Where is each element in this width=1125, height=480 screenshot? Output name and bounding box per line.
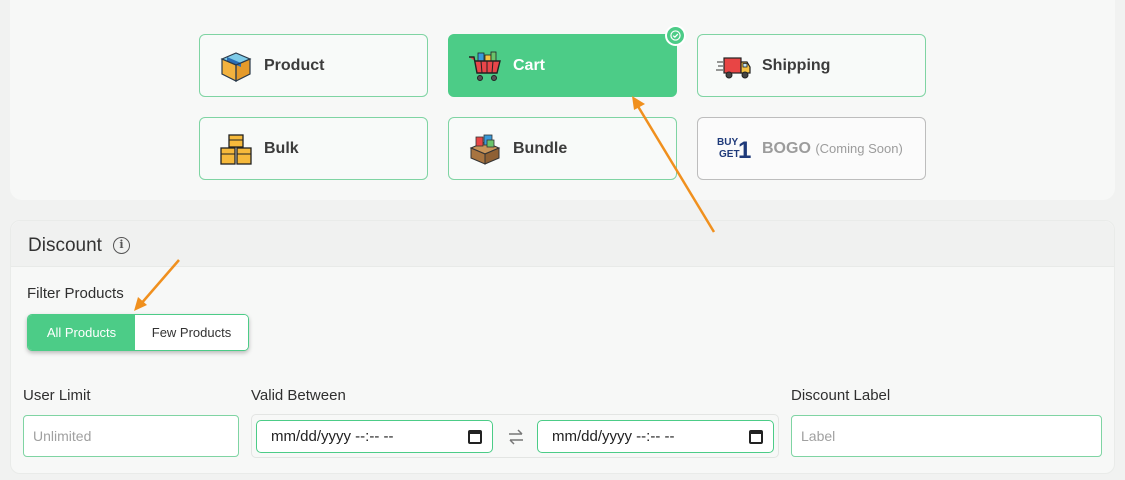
end-date-input[interactable]: mm/dd/yyyy --:-- -- (537, 420, 774, 453)
type-card-label: Bundle (513, 140, 568, 157)
calendar-icon[interactable] (749, 430, 763, 444)
product-box-icon (220, 52, 252, 82)
type-card-label: Shipping (762, 57, 831, 74)
buy-get-icon: BUY GET 1 (717, 137, 751, 162)
filter-products-label: Filter Products (27, 285, 124, 302)
end-date-placeholder: mm/dd/yyyy --:-- -- (552, 428, 675, 445)
selected-check-icon (665, 25, 686, 46)
type-card-label: Bulk (264, 140, 299, 157)
svg-text:1: 1 (738, 137, 751, 162)
type-card-product[interactable]: Product (199, 34, 428, 97)
discount-title: Discount (28, 235, 102, 256)
stacked-boxes-icon (220, 134, 252, 165)
svg-text:GET: GET (719, 149, 740, 160)
type-card-bogo: BUY GET 1 BOGO (Coming Soon) (697, 117, 926, 180)
discount-label-label: Discount Label (791, 387, 891, 404)
all-products-option[interactable]: All Products (28, 315, 135, 350)
valid-between-range: mm/dd/yyyy --:-- -- mm/dd/yyyy --:-- -- (251, 414, 779, 458)
valid-between-label: Valid Between (251, 387, 346, 404)
svg-text:BUY: BUY (717, 137, 738, 148)
type-card-cart[interactable]: Cart (448, 25, 686, 97)
type-card-label: BOGO (Coming Soon) (762, 140, 903, 158)
shopping-cart-icon (469, 51, 501, 81)
type-card-shipping[interactable]: Shipping (697, 34, 926, 97)
calendar-icon[interactable] (468, 430, 482, 444)
start-date-input[interactable]: mm/dd/yyyy --:-- -- (256, 420, 493, 453)
type-card-label: Cart (513, 57, 546, 74)
start-date-placeholder: mm/dd/yyyy --:-- -- (271, 428, 394, 445)
gift-bundle-icon (469, 134, 501, 165)
user-limit-label: User Limit (23, 387, 91, 404)
few-products-option[interactable]: Few Products (135, 315, 248, 350)
bogo-label: BOGO (762, 140, 811, 157)
coming-soon-label: (Coming Soon) (815, 141, 903, 156)
delivery-truck-icon (716, 57, 751, 79)
discount-header: Discount i (11, 221, 1114, 267)
filter-products-toggle: All Products Few Products (27, 314, 249, 351)
discount-label-input[interactable] (791, 415, 1102, 457)
user-limit-input[interactable] (23, 415, 239, 457)
type-card-label: Product (264, 57, 325, 74)
type-card-bulk[interactable]: Bulk (199, 117, 428, 180)
type-card-bundle[interactable]: Bundle (448, 117, 677, 180)
swap-arrows-icon (509, 429, 523, 445)
info-icon[interactable]: i (113, 237, 130, 254)
